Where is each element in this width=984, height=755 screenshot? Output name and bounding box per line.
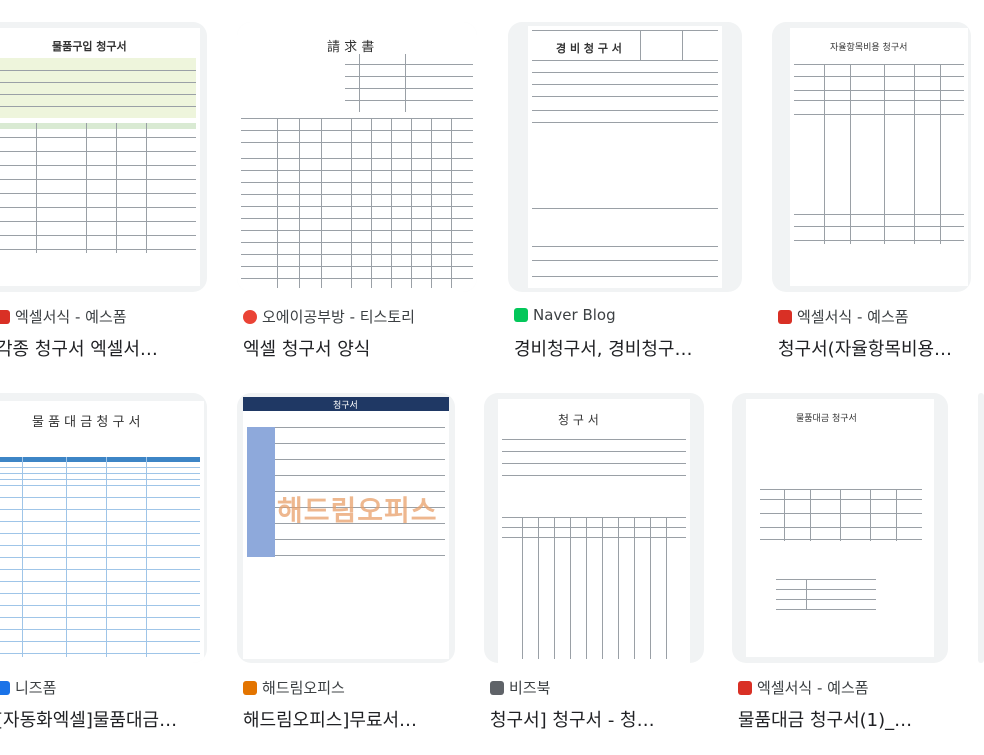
result-source[interactable]: Naver Blog <box>514 306 616 324</box>
result-source[interactable]: 엑셀서식 - 예스폼 <box>738 677 869 698</box>
needsform-icon <box>0 680 10 695</box>
result-source[interactable]: 해드림오피스 <box>243 677 345 698</box>
result-thumbnail[interactable]: 자율항목비용 청구서 <box>772 22 971 292</box>
result-card[interactable]: 청 구 서 비즈북 청구서] 청구서 - 청… <box>484 393 704 733</box>
doc-title: 물품대금 청구서 <box>796 414 857 424</box>
doc-title: 자율항목비용 청구서 <box>830 43 908 53</box>
result-title[interactable]: 각종 청구서 엑셀서… <box>0 335 204 361</box>
result-card[interactable]: 청구서 해드림오피스 해드림오피스 해드림오피스]무료서… <box>237 393 455 733</box>
yesform-icon <box>778 309 792 324</box>
result-title[interactable]: 청구서] 청구서 - 청… <box>490 706 704 732</box>
result-source[interactable]: 비즈북 <box>490 677 550 698</box>
result-thumbnail[interactable]: 물품대금 청구서 <box>732 393 948 663</box>
result-title[interactable]: 물품대금 청구서(1)_… <box>738 706 952 732</box>
result-title[interactable]: 해드림오피스]무료서… <box>243 706 455 732</box>
doc-title: 물품구입 청구서 <box>52 40 127 53</box>
result-card[interactable]: 경 비 청 구 서 Naver Blog 경비청구서, 경비청구… <box>508 22 742 362</box>
result-card[interactable]: 물품구입 청구서 엑셀서식 - 예스폼 각종 청구서 엑셀서… <box>0 22 207 362</box>
watermark: 해드림오피스 <box>277 494 438 527</box>
result-source[interactable]: 오에이공부방 - 티스토리 <box>243 306 415 327</box>
result-title[interactable]: 경비청구서, 경비청구… <box>514 335 740 361</box>
result-title[interactable]: 청구서(자율항목비용… <box>778 335 984 361</box>
result-thumbnail-partial[interactable] <box>978 393 984 663</box>
bizbook-icon <box>490 680 504 695</box>
result-source[interactable]: 엑셀서식 - 예스폼 <box>778 306 909 327</box>
result-thumbnail[interactable]: 물품구입 청구서 <box>0 22 207 292</box>
result-thumbnail[interactable]: 청 구 서 <box>484 393 704 663</box>
result-card[interactable]: 물 품 대 금 청 구 서 니즈폼 [자동화엑셀]물품대금… <box>0 393 207 733</box>
yesform-icon <box>0 309 10 324</box>
doc-title: 물 품 대 금 청 구 서 <box>32 415 141 430</box>
result-card[interactable]: 물품대금 청구서 엑셀서식 - 예스폼 물품대금 청구서(1)_… <box>732 393 954 733</box>
tistory-icon <box>243 309 257 324</box>
doc-title: 請 求 書 <box>327 40 375 55</box>
result-title[interactable]: [자동화엑셀]물품대금… <box>0 706 204 732</box>
doc-title: 청구서 <box>333 401 358 411</box>
result-thumbnail[interactable]: 경 비 청 구 서 <box>508 22 742 292</box>
result-source[interactable]: 니즈폼 <box>0 677 56 698</box>
result-thumbnail[interactable]: 청구서 해드림오피스 <box>237 393 455 663</box>
naver-blog-icon <box>514 308 528 322</box>
result-title[interactable]: 엑셀 청구서 양식 <box>243 335 477 361</box>
result-source[interactable]: 엑셀서식 - 예스폼 <box>0 306 127 327</box>
result-card[interactable]: 請 求 書 오에이공부방 - 티스토리 엑셀 청구서 양식 <box>237 22 477 362</box>
result-thumbnail[interactable]: 請 求 書 <box>237 22 477 292</box>
result-thumbnail[interactable]: 물 품 대 금 청 구 서 <box>0 393 207 663</box>
doc-title: 청 구 서 <box>558 413 599 427</box>
yesform-icon <box>738 680 752 695</box>
hdream-icon <box>243 680 257 695</box>
result-card[interactable]: 자율항목비용 청구서 엑셀서식 - 예스폼 청구서(자율항목비용… <box>772 22 984 362</box>
